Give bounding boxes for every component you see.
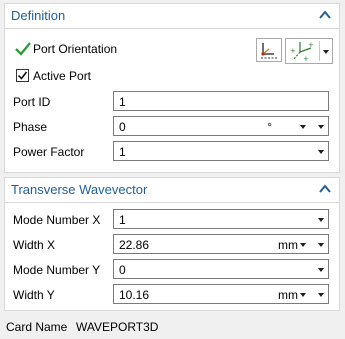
phase-input[interactable]: 0 ° [113,116,329,136]
width-x-value: 22.86 [119,238,150,252]
vector-button-separator [319,41,320,61]
width-y-label: Width Y [13,288,55,302]
width-y-input[interactable]: 10.16 mm [113,284,329,304]
definition-header[interactable]: Definition [5,4,339,28]
transverse-title: Transverse Wavevector [11,182,148,197]
phase-unit[interactable]: ° [267,120,272,134]
vector-select-button[interactable]: + + + [285,38,333,64]
mode-number-x-chevron-icon[interactable] [318,218,324,222]
definition-panel: Definition Port Orientation + + + Active… [4,3,340,173]
svg-text:+: + [308,41,314,49]
transverse-header[interactable]: Transverse Wavevector [5,178,339,202]
card-name-value: WAVEPORT3D [76,320,159,334]
card-name-label: Card Name [6,320,68,334]
mode-number-y-select[interactable]: 0 [113,259,329,279]
mode-number-x-label: Mode Number X [13,213,101,227]
mode-number-y-chevron-icon[interactable] [318,268,324,272]
port-orientation-label: Port Orientation [33,42,118,56]
width-y-chevron-icon[interactable] [318,293,324,297]
checkmark-icon [15,42,31,56]
coordinate-system-button[interactable] [256,38,282,62]
coordinate-system-icon [261,43,277,59]
chevron-down-icon[interactable] [323,50,329,54]
port-id-input[interactable]: 1 [113,91,329,111]
active-port-checkbox[interactable] [16,69,29,82]
phase-unit-chevron-icon[interactable] [300,125,306,129]
collapse-up-icon[interactable] [319,184,331,194]
width-x-input[interactable]: 22.86 mm [113,234,329,254]
width-x-chevron-icon[interactable] [318,243,324,247]
mode-number-y-label: Mode Number Y [13,263,101,277]
svg-text:+: + [303,55,309,63]
phase-value: 0 [119,120,126,134]
active-port-label: Active Port [33,69,92,83]
transverse-wavevector-panel: Transverse Wavevector Mode Number X 1 Wi… [4,177,340,311]
mode-number-x-select[interactable]: 1 [113,209,329,229]
svg-text:+: + [290,47,296,55]
power-factor-chevron-icon[interactable] [318,150,324,154]
transverse-header-divider [5,202,339,203]
phase-dropdown-chevron-icon[interactable] [318,125,324,129]
phase-label: Phase [13,120,48,134]
port-id-value: 1 [119,95,126,109]
power-factor-input[interactable]: 1 [113,141,329,161]
port-id-label: Port ID [13,95,51,109]
width-x-unit-chevron-icon[interactable] [300,243,306,247]
width-x-label: Width X [13,238,56,252]
mode-number-y-value: 0 [119,263,126,277]
checkbox-check-icon [17,71,28,80]
width-y-unit-chevron-icon[interactable] [300,293,306,297]
power-factor-label: Power Factor [13,145,85,159]
width-x-unit[interactable]: mm [278,238,298,252]
mode-number-x-value: 1 [119,213,126,227]
width-y-unit[interactable]: mm [278,288,298,302]
collapse-up-icon[interactable] [319,10,331,20]
width-y-value: 10.16 [119,288,150,302]
power-factor-value: 1 [119,145,126,159]
definition-title: Definition [11,8,66,23]
vector-axes-icon: + + + [290,41,314,63]
definition-header-divider [5,28,339,29]
